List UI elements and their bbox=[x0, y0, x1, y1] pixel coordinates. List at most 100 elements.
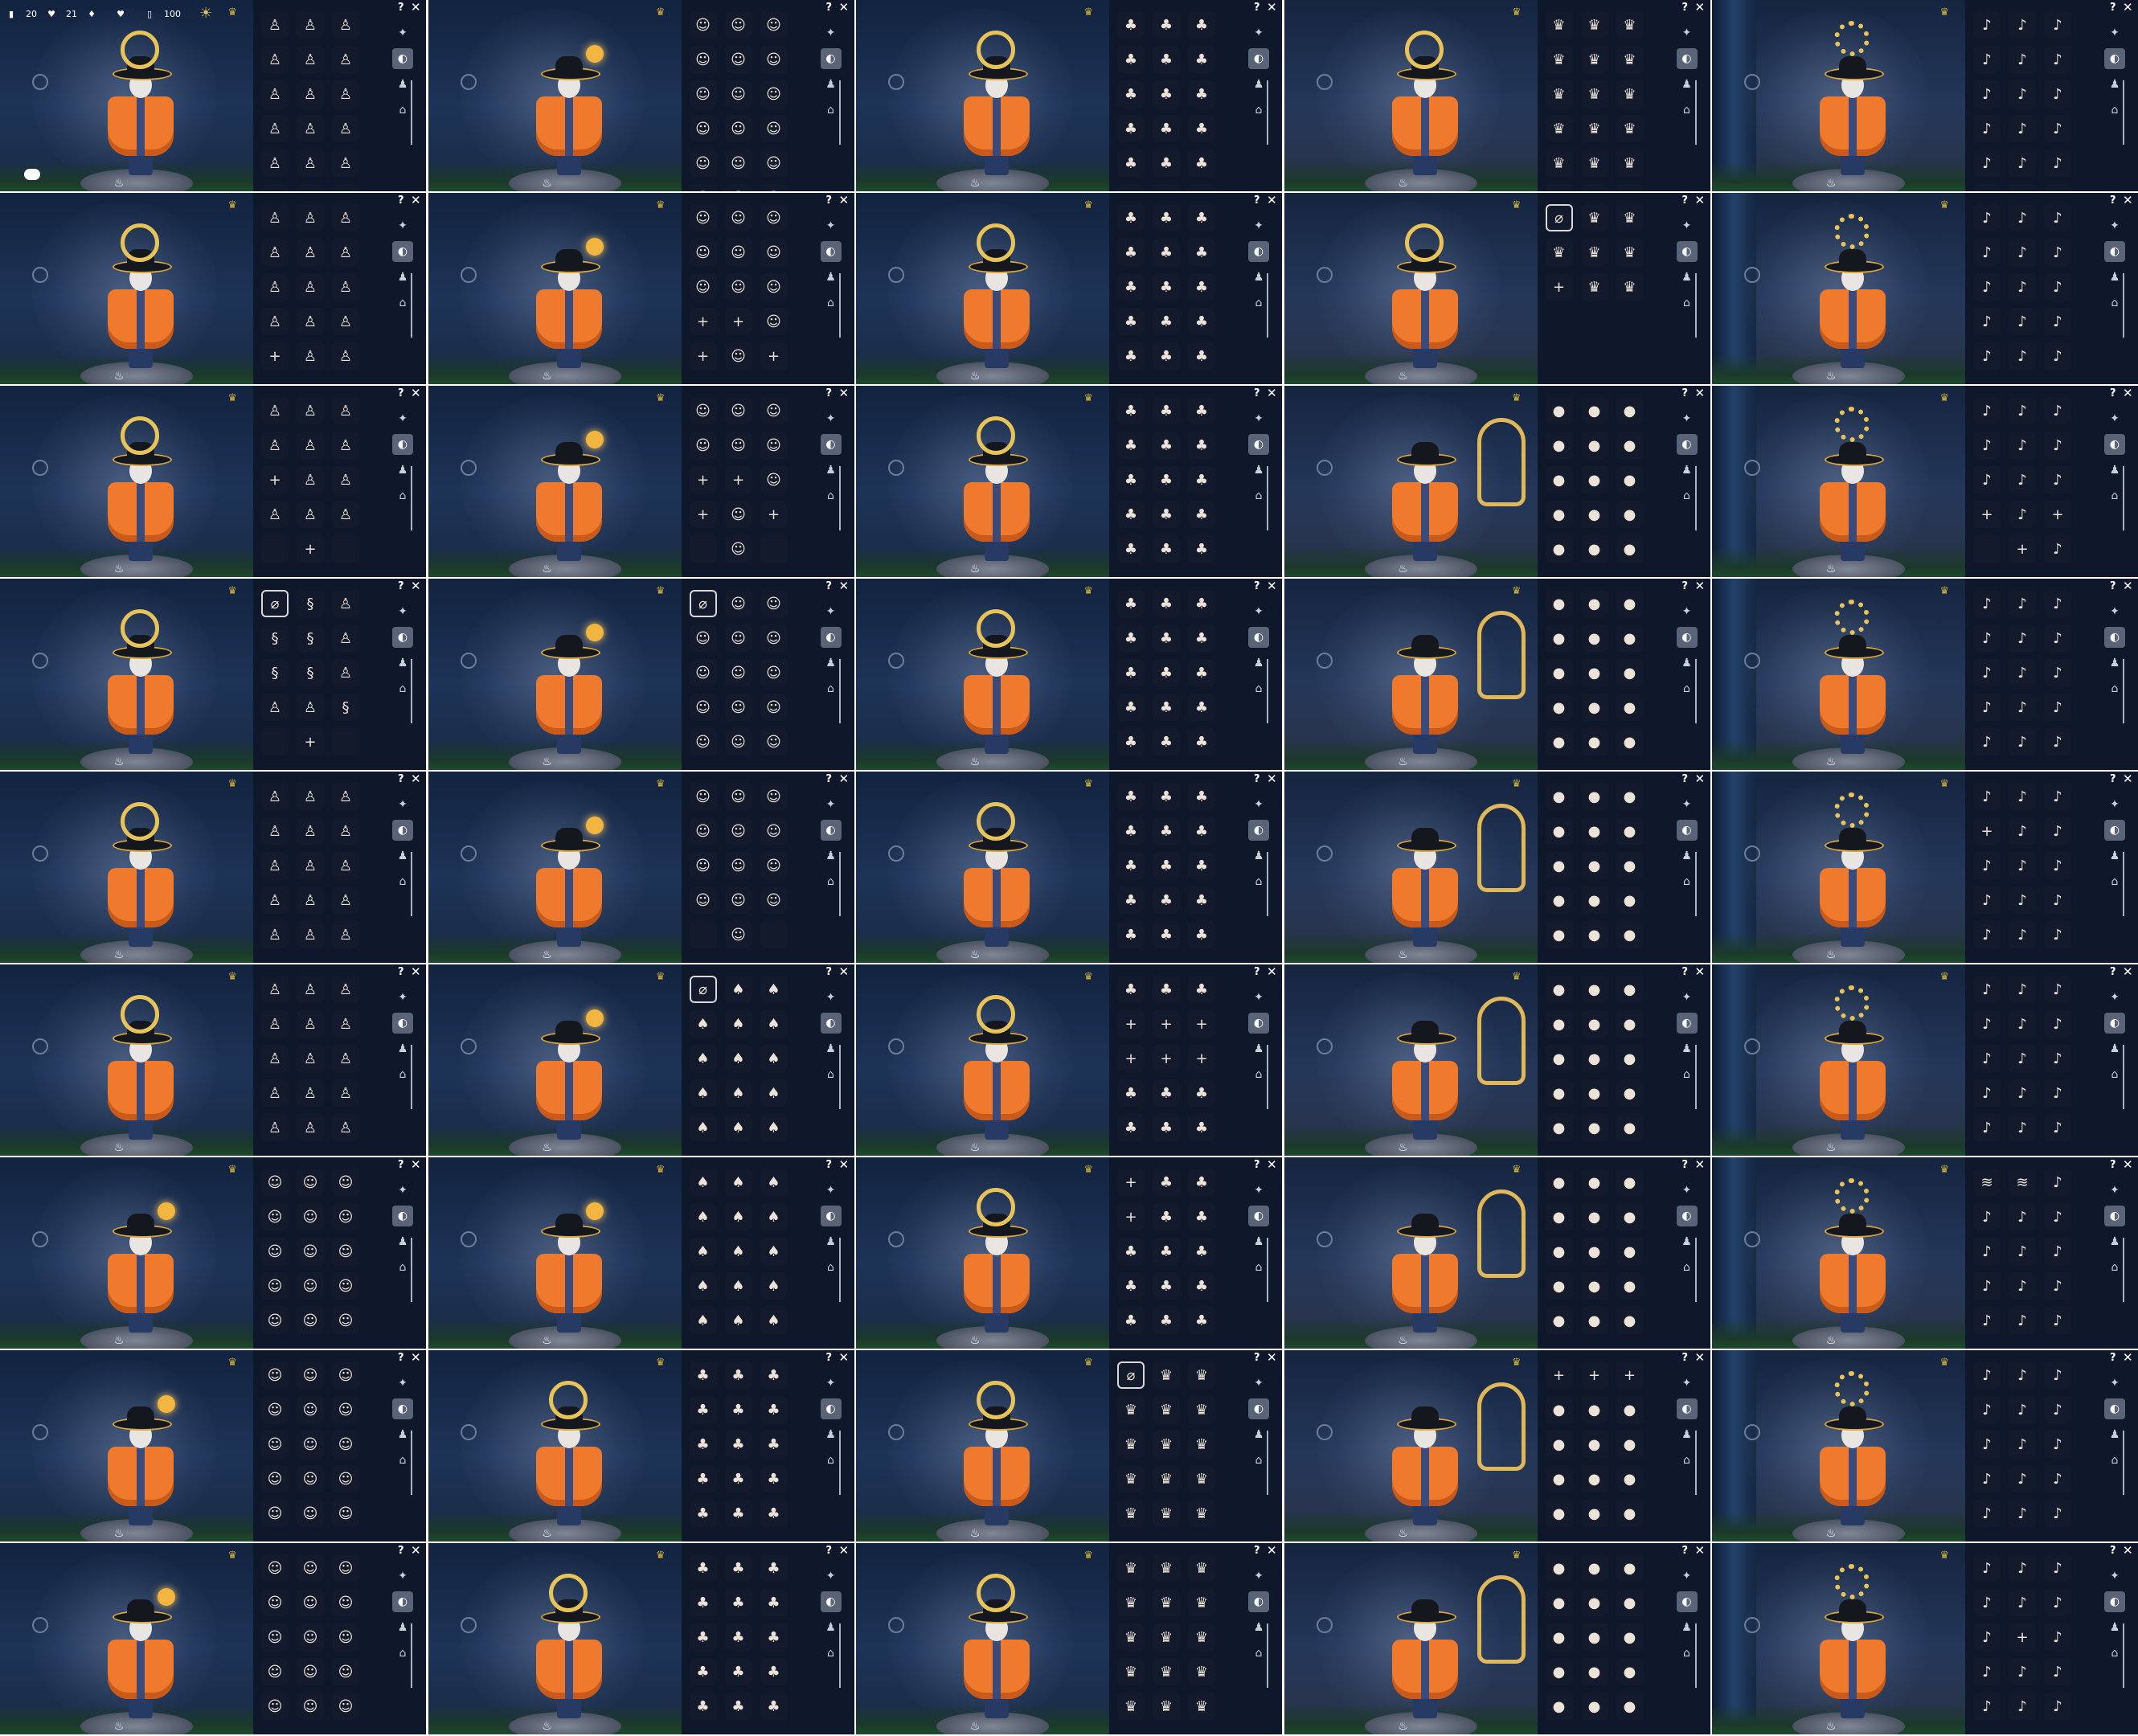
cosmetic-item[interactable]: ☺ bbox=[724, 46, 752, 73]
cosmetic-item[interactable]: ♣ bbox=[1188, 184, 1215, 191]
cosmetic-item[interactable]: ● bbox=[1580, 1396, 1608, 1423]
rotate-circle-button[interactable] bbox=[32, 1038, 48, 1054]
category-tab[interactable]: ✦ bbox=[821, 215, 842, 236]
cosmetic-item[interactable]: ♠ bbox=[760, 976, 788, 1003]
cosmetic-item[interactable]: ♙ bbox=[332, 80, 359, 108]
cosmetic-item[interactable]: ● bbox=[1616, 852, 1644, 879]
player-avatar[interactable] bbox=[1816, 600, 1889, 754]
cosmetic-item[interactable]: ♣ bbox=[1188, 466, 1215, 493]
cosmetic-item[interactable]: ● bbox=[1580, 1431, 1608, 1458]
cosmetic-item[interactable]: ♣ bbox=[724, 1658, 752, 1685]
cosmetic-item[interactable]: ♪ bbox=[2009, 1238, 2036, 1265]
cosmetic-item[interactable]: ♣ bbox=[1188, 1114, 1215, 1141]
cosmetic-item[interactable]: ♙ bbox=[332, 273, 359, 301]
cosmetic-item[interactable]: ♪ bbox=[1973, 80, 2001, 108]
cosmetic-item[interactable]: ♛ bbox=[1616, 149, 1644, 177]
cosmetic-item[interactable]: ● bbox=[1580, 1238, 1608, 1265]
category-tab[interactable]: ✦ bbox=[2104, 408, 2125, 429]
player-avatar[interactable] bbox=[533, 431, 605, 561]
close-button[interactable]: ✕ bbox=[411, 1543, 421, 1558]
cosmetic-item[interactable]: ● bbox=[1545, 535, 1573, 563]
cosmetic-item[interactable]: ☺ bbox=[332, 1554, 359, 1582]
cosmetic-item[interactable]: ♪ bbox=[1973, 1693, 2001, 1720]
cosmetic-item[interactable]: ♙ bbox=[332, 239, 359, 266]
cosmetic-item[interactable]: ♣ bbox=[1153, 624, 1180, 652]
cosmetic-item[interactable]: ☺ bbox=[297, 1361, 324, 1389]
cosmetic-item[interactable]: ♣ bbox=[1188, 659, 1215, 686]
cosmetic-item[interactable]: ☺ bbox=[297, 1465, 324, 1492]
cosmetic-item[interactable]: ♣ bbox=[760, 1431, 788, 1458]
close-button[interactable]: ✕ bbox=[2123, 193, 2133, 207]
cosmetic-item[interactable]: ♪ bbox=[2044, 1010, 2071, 1038]
cosmetic-item[interactable]: ♣ bbox=[1117, 204, 1145, 231]
cosmetic-item[interactable]: § bbox=[261, 659, 289, 686]
close-button[interactable]: ✕ bbox=[1695, 579, 1706, 593]
cosmetic-item[interactable]: ● bbox=[1580, 1203, 1608, 1230]
cosmetic-item[interactable]: ☺ bbox=[724, 115, 752, 142]
cosmetic-item[interactable]: + bbox=[1153, 1010, 1180, 1038]
cosmetic-item[interactable]: ● bbox=[1545, 728, 1573, 755]
cosmetic-item[interactable]: ♪ bbox=[1973, 1238, 2001, 1265]
cosmetic-item[interactable]: ☺ bbox=[689, 397, 717, 424]
cosmetic-item[interactable]: ♪ bbox=[2044, 817, 2071, 845]
help-button[interactable]: ? bbox=[826, 2, 833, 14]
cosmetic-item[interactable]: ☺ bbox=[724, 535, 752, 563]
cosmetic-item[interactable]: + bbox=[1117, 1010, 1145, 1038]
close-button[interactable]: ✕ bbox=[411, 386, 421, 400]
cosmetic-item[interactable]: ● bbox=[1580, 590, 1608, 617]
cosmetic-item[interactable]: ☺ bbox=[760, 80, 788, 108]
cosmetic-item[interactable]: ♪ bbox=[2009, 1045, 2036, 1072]
category-tab[interactable]: ◐ bbox=[2104, 1591, 2125, 1612]
cosmetic-item[interactable]: ☺ bbox=[689, 46, 717, 73]
cosmetic-item[interactable]: + bbox=[1153, 1045, 1180, 1072]
cosmetic-item[interactable]: § bbox=[332, 694, 359, 721]
cosmetic-item[interactable]: ♪ bbox=[2009, 11, 2036, 39]
cosmetic-item[interactable]: ♛ bbox=[1153, 1554, 1180, 1582]
cosmetic-item[interactable]: ☺ bbox=[724, 184, 752, 191]
cosmetic-item[interactable]: ♛ bbox=[1545, 11, 1573, 39]
scroll-indicator[interactable] bbox=[411, 659, 412, 723]
category-tab[interactable]: ◐ bbox=[820, 1591, 842, 1612]
cosmetic-item[interactable]: ♣ bbox=[1117, 886, 1145, 914]
cosmetic-item[interactable]: ☺ bbox=[724, 501, 752, 528]
cosmetic-item[interactable]: ♣ bbox=[1188, 783, 1215, 810]
cosmetic-item[interactable]: ☺ bbox=[689, 624, 717, 652]
cosmetic-item[interactable]: ● bbox=[1616, 1307, 1644, 1334]
category-tab[interactable]: ✦ bbox=[1677, 601, 1698, 622]
cosmetic-item[interactable]: ♙ bbox=[297, 976, 324, 1003]
cosmetic-item[interactable]: ♠ bbox=[724, 1114, 752, 1141]
player-avatar[interactable] bbox=[104, 1395, 177, 1525]
cosmetic-item[interactable]: ♠ bbox=[689, 1307, 717, 1334]
cosmetic-item[interactable]: ● bbox=[1580, 1658, 1608, 1685]
cosmetic-item[interactable]: ⌀ bbox=[261, 590, 289, 617]
help-button[interactable]: ? bbox=[2110, 194, 2116, 207]
cosmetic-item[interactable]: ♪ bbox=[1973, 1396, 2001, 1423]
close-button[interactable]: ✕ bbox=[2123, 772, 2133, 786]
scroll-indicator[interactable] bbox=[1694, 80, 1697, 145]
help-button[interactable]: ? bbox=[398, 194, 404, 207]
category-tab[interactable]: ◐ bbox=[2104, 820, 2125, 841]
rotate-circle-button[interactable] bbox=[1316, 1038, 1333, 1054]
candle-icon[interactable]: ♨ bbox=[1825, 177, 1837, 190]
cosmetic-item[interactable]: ☺ bbox=[297, 1693, 324, 1720]
cosmetic-item[interactable]: ♪ bbox=[2044, 1114, 2071, 1141]
category-tab[interactable]: ◐ bbox=[1248, 1013, 1269, 1034]
candle-icon[interactable]: ♨ bbox=[113, 370, 125, 383]
cosmetic-item[interactable]: ♪ bbox=[2044, 921, 2071, 948]
chat-bubble-icon[interactable] bbox=[24, 169, 40, 180]
candle-icon[interactable]: ♨ bbox=[113, 1141, 125, 1154]
cosmetic-item[interactable]: ♙ bbox=[297, 432, 324, 459]
cosmetic-item[interactable]: ♠ bbox=[724, 976, 752, 1003]
cosmetic-item[interactable]: ♣ bbox=[1188, 976, 1215, 1003]
cosmetic-item[interactable]: ♪ bbox=[1973, 1114, 2001, 1141]
cosmetic-item[interactable]: ♙ bbox=[332, 1010, 359, 1038]
rotate-circle-button[interactable] bbox=[1316, 1424, 1333, 1440]
category-tab[interactable]: ✦ bbox=[392, 794, 413, 815]
cosmetic-item[interactable]: ♛ bbox=[1117, 1465, 1145, 1492]
cosmetic-item[interactable]: ☺ bbox=[689, 728, 717, 755]
cosmetic-item[interactable]: ☺ bbox=[724, 728, 752, 755]
cosmetic-item[interactable]: ● bbox=[1580, 1079, 1608, 1107]
cosmetic-item[interactable]: ♣ bbox=[1188, 46, 1215, 73]
cosmetic-item[interactable]: ☺ bbox=[760, 149, 788, 177]
category-tab[interactable]: ✦ bbox=[1677, 794, 1698, 815]
